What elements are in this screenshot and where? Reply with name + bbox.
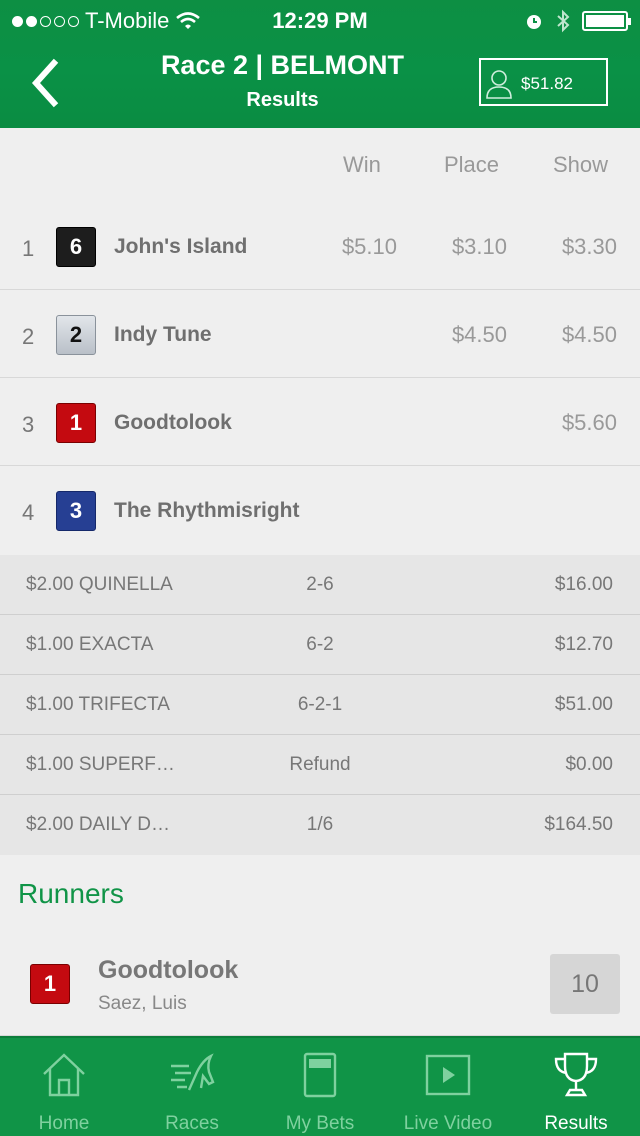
winning-combination: Refund	[289, 754, 351, 775]
tab-races[interactable]: Races	[128, 1038, 256, 1136]
exotic-row: $1.00 SUPERF… Refund $0.00	[0, 735, 640, 795]
account-balance-button[interactable]: $51.82	[479, 58, 608, 106]
status-bar: T-Mobile 12:29 PM	[0, 6, 640, 36]
header: T-Mobile 12:29 PM Race 2 | BELMONT Resul…	[0, 0, 640, 128]
exotic-row: $1.00 EXACTA 6-2 $12.70	[0, 615, 640, 675]
result-row: 2 2 Indy Tune $4.50 $4.50	[0, 290, 640, 378]
wager-payout: $16.00	[554, 574, 613, 595]
result-row: 1 6 John's Island $5.10 $3.10 $3.30	[0, 202, 640, 290]
finish-position: 4	[22, 500, 35, 525]
show-payout: $4.50	[561, 322, 617, 347]
saddle-cloth-badge: 1	[30, 964, 70, 1004]
finish-position: 1	[22, 236, 35, 261]
wager-type: $2.00 DAILY D…	[26, 814, 170, 835]
bluetooth-icon	[557, 9, 570, 33]
alarm-icon	[527, 15, 541, 29]
tab-label: Home	[38, 1113, 90, 1134]
wager-payout: $51.00	[554, 694, 613, 715]
horse-name: John's Island	[114, 235, 248, 258]
win-payout: $5.10	[341, 234, 397, 259]
back-button[interactable]	[24, 58, 68, 108]
wager-type: $2.00 QUINELLA	[26, 574, 173, 595]
balance-amount: $51.82	[521, 74, 573, 93]
page-title: Race 2 | BELMONT	[160, 50, 405, 80]
result-row: 4 3 The Rhythmisright	[0, 466, 640, 554]
tab-label: Results	[544, 1113, 608, 1134]
place-payout: $4.50	[451, 322, 507, 347]
tab-results[interactable]: Results	[512, 1038, 640, 1136]
odds-badge: 10	[550, 954, 620, 1014]
runner-row[interactable]: 1 Goodtolook Saez, Luis 10	[0, 936, 640, 1036]
trophy-icon	[554, 1052, 598, 1097]
battery-icon	[582, 11, 631, 31]
wager-type: $1.00 TRIFECTA	[26, 694, 170, 715]
winning-combination: 2-6	[306, 574, 334, 595]
wager-payout: $12.70	[554, 634, 613, 655]
winning-combination: 6-2	[306, 634, 334, 655]
column-header-show: Show	[553, 152, 609, 177]
saddle-cloth-badge: 1	[56, 403, 96, 443]
horse-name: Indy Tune	[114, 323, 212, 346]
place-payout: $3.10	[451, 234, 507, 259]
winning-combination: 1/6	[306, 814, 334, 835]
column-header-place: Place	[444, 152, 500, 177]
jockey-name: Saez, Luis	[98, 993, 187, 1014]
tab-label: Live Video	[403, 1113, 493, 1134]
saddle-cloth-badge: 2	[56, 315, 96, 355]
saddle-cloth-badge: 3	[56, 491, 96, 531]
column-header-win: Win	[343, 152, 381, 177]
wager-type: $1.00 SUPERF…	[26, 754, 175, 775]
wager-type: $1.00 EXACTA	[26, 634, 154, 655]
exotic-payouts-list: $2.00 QUINELLA 2-6 $16.00 $1.00 EXACTA 6…	[0, 555, 640, 855]
page-subtitle: Results	[246, 89, 319, 111]
show-payout: $5.60	[561, 410, 617, 435]
horse-icon	[171, 1053, 215, 1091]
winning-combination: 6-2-1	[297, 694, 343, 715]
play-icon	[425, 1054, 471, 1096]
exotic-row: $1.00 TRIFECTA 6-2-1 $51.00	[0, 675, 640, 735]
wager-payout: $0.00	[565, 754, 613, 775]
exotic-row: $2.00 QUINELLA 2-6 $16.00	[0, 555, 640, 615]
show-payout: $3.30	[561, 234, 617, 259]
wager-payout: $164.50	[544, 814, 613, 835]
home-icon	[43, 1053, 85, 1097]
finish-position: 2	[22, 324, 35, 349]
horse-name: Goodtolook	[114, 411, 232, 434]
horse-name: The Rhythmisright	[114, 499, 300, 522]
tab-live-video[interactable]: Live Video	[384, 1038, 512, 1136]
tab-bar: Home Races My Bets Live Video Results	[0, 1036, 640, 1136]
runners-heading: Runners	[18, 878, 124, 909]
result-row: 3 1 Goodtolook $5.60	[0, 378, 640, 466]
exotic-row: $2.00 DAILY D… 1/6 $164.50	[0, 795, 640, 855]
user-icon	[486, 70, 512, 99]
finish-position: 3	[22, 412, 35, 437]
tab-home[interactable]: Home	[0, 1038, 128, 1136]
tab-my-bets[interactable]: My Bets	[256, 1038, 384, 1136]
tab-label: My Bets	[285, 1113, 355, 1134]
saddle-cloth-badge: 6	[56, 227, 96, 267]
runner-name: Goodtolook	[98, 956, 239, 984]
tab-label: Races	[165, 1113, 219, 1134]
ticket-icon	[303, 1052, 337, 1098]
